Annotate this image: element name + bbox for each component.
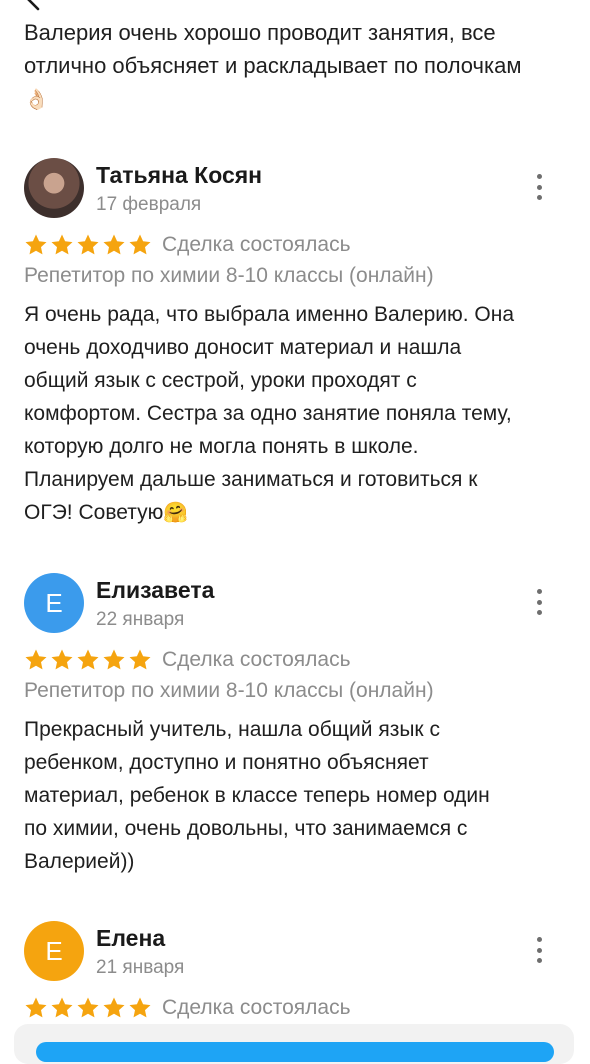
review-card: Татьяна Косян 17 февраля Сделка состояла…: [0, 158, 590, 538]
review-text: Прекрасный учитель, нашла общий язык с р…: [24, 713, 572, 878]
star-icon: [25, 997, 47, 1018]
text-line: очень доходчиво доносит материал и нашла: [24, 336, 462, 359]
star-icon: [129, 997, 151, 1018]
avatar[interactable]: [24, 158, 84, 218]
text-line: по химии, очень довольны, что занимаемся…: [24, 817, 468, 840]
star-icon: [103, 234, 125, 255]
star-icon: [103, 649, 125, 670]
rating-row: Сделка состоялась: [24, 993, 351, 1023]
text-line: материал, ребенок в классе теперь номер …: [24, 784, 490, 807]
more-options-icon[interactable]: [528, 174, 550, 200]
text-line: общий язык с сестрой, уроки проходят с: [24, 369, 417, 392]
star-rating: [24, 233, 152, 257]
star-icon: [129, 649, 151, 670]
star-rating: [24, 648, 152, 672]
star-icon: [77, 997, 99, 1018]
text-line: ОГЭ! Советую: [24, 501, 164, 524]
star-icon: [51, 649, 73, 670]
review-card: Е Елена 21 января Сделка состоялась: [0, 921, 590, 1031]
star-icon: [25, 234, 47, 255]
review-text: Я очень рада, что выбрала именно Валерию…: [24, 298, 572, 529]
star-icon: [51, 997, 73, 1018]
reviewer-name[interactable]: Елена: [96, 925, 165, 952]
avatar[interactable]: Е: [24, 573, 84, 633]
text-line: комфортом. Сестра за одно занятие поняла…: [24, 402, 512, 425]
text-line: ребенком, доступно и понятно объясняет: [24, 751, 429, 774]
star-rating: [24, 996, 152, 1020]
text-line: Валерией)): [24, 850, 135, 873]
text-line: которую долго не могла понять в школе.: [24, 435, 419, 458]
rating-row: Сделка состоялась: [24, 230, 351, 260]
star-icon: [103, 997, 125, 1018]
deal-status: Сделка состоялась: [162, 233, 351, 256]
reviewer-name[interactable]: Елизавета: [96, 577, 214, 604]
star-icon: [77, 649, 99, 670]
more-options-icon[interactable]: [528, 937, 550, 963]
avatar-letter: Е: [45, 935, 63, 966]
service-name: Репетитор по химии 8-10 классы (онлайн): [24, 679, 434, 702]
star-icon: [77, 234, 99, 255]
ok-hand-emoji: 👌🏻: [24, 89, 49, 111]
text-line: Я очень рада, что выбрала именно Валерию…: [24, 303, 515, 326]
review-card: Е Елизавета 22 января Сделка состоялась …: [0, 573, 590, 883]
reviewer-name[interactable]: Татьяна Косян: [96, 162, 262, 189]
text-line: Прекрасный учитель, нашла общий язык с: [24, 718, 440, 741]
back-arrow-icon[interactable]: [22, 0, 48, 12]
avatar-letter: Е: [45, 587, 63, 618]
review-date: 21 января: [96, 957, 185, 978]
review-date: 17 февраля: [96, 194, 202, 215]
text-line: Планируем дальше заниматься и готовиться…: [24, 468, 478, 491]
star-icon: [25, 649, 47, 670]
star-icon: [51, 234, 73, 255]
previous-review-text: Валерия очень хорошо проводит занятия, в…: [24, 16, 569, 115]
rating-row: Сделка состоялась: [24, 645, 351, 675]
deal-status: Сделка состоялась: [162, 996, 351, 1019]
deal-status: Сделка состоялась: [162, 648, 351, 671]
hugging-emoji: 🤗: [163, 502, 189, 524]
more-options-icon[interactable]: [528, 589, 550, 615]
service-name: Репетитор по химии 8-10 классы (онлайн): [24, 264, 434, 287]
primary-action-button[interactable]: [36, 1042, 554, 1062]
review-date: 22 января: [96, 609, 185, 630]
text-line: отлично объясняет и раскладывает по поло…: [24, 53, 522, 78]
avatar[interactable]: Е: [24, 921, 84, 981]
star-icon: [129, 234, 151, 255]
text-line: Валерия очень хорошо проводит занятия, в…: [24, 20, 496, 45]
